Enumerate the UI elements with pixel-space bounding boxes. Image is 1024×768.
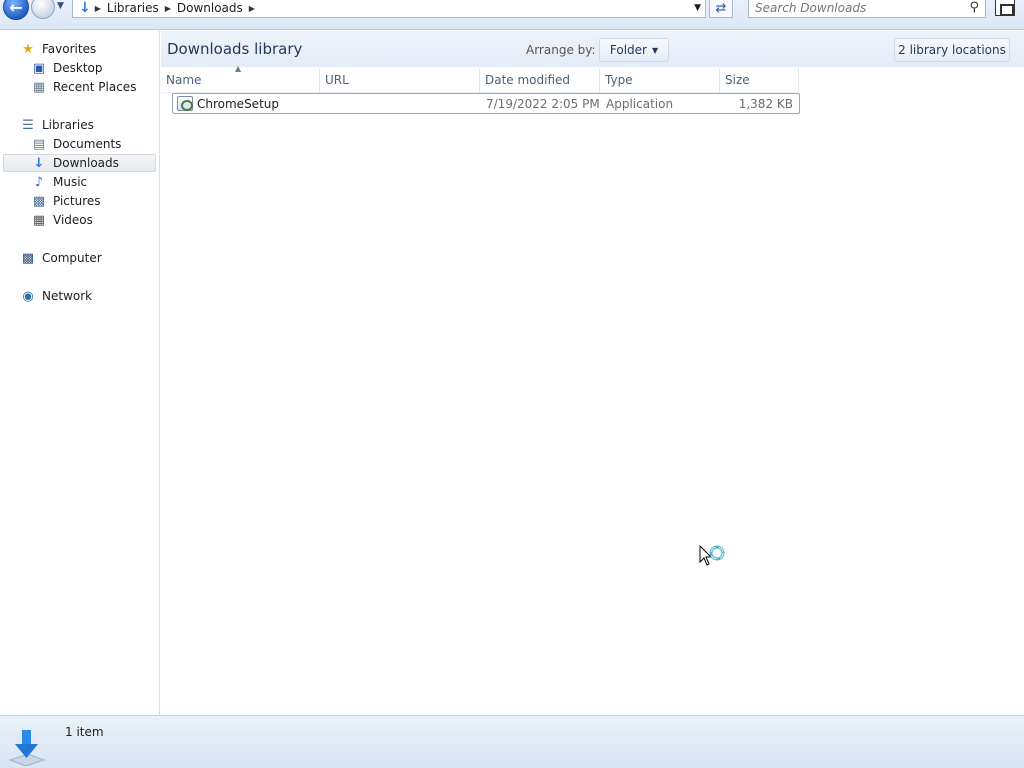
nav-recent-places-label: Recent Places bbox=[53, 80, 137, 94]
address-bar[interactable]: ↓ ▶ Libraries ▶ Downloads ▶ ▼ bbox=[72, 0, 706, 18]
back-button[interactable]: ← bbox=[3, 0, 29, 20]
breadcrumb-separator-icon[interactable]: ▶ bbox=[249, 4, 255, 13]
library-header: Downloads library Arrange by: Folder ▼ 2… bbox=[161, 31, 1024, 67]
address-history-dropdown-icon[interactable]: ▼ bbox=[694, 3, 701, 13]
search-icon[interactable]: ⚲ bbox=[969, 0, 979, 15]
network-icon: ◉ bbox=[22, 288, 34, 304]
recent-pages-dropdown[interactable]: ▼ bbox=[57, 1, 69, 15]
videos-icon: ▦ bbox=[32, 212, 46, 228]
nav-network[interactable]: ◉ Network bbox=[20, 287, 92, 305]
nav-desktop[interactable]: ▣ Desktop bbox=[31, 59, 103, 77]
column-header-size[interactable]: Size bbox=[720, 68, 799, 92]
nav-network-label: Network bbox=[42, 289, 93, 303]
nav-recent-places[interactable]: ▦ Recent Places bbox=[31, 78, 137, 96]
busy-cursor-icon bbox=[699, 545, 725, 566]
documents-icon: ▤ bbox=[32, 136, 46, 152]
recent-places-icon: ▦ bbox=[32, 79, 46, 95]
breadcrumb-separator-icon[interactable]: ▶ bbox=[165, 4, 171, 13]
chevron-down-icon: ▼ bbox=[651, 45, 659, 55]
application-icon bbox=[177, 96, 193, 111]
downloads-icon: ↓ bbox=[33, 155, 45, 171]
nav-libraries-label: Libraries bbox=[42, 118, 94, 132]
arrange-by-dropdown[interactable]: Folder ▼ bbox=[599, 38, 669, 62]
nav-downloads[interactable]: ↓ Downloads bbox=[3, 154, 156, 172]
nav-favorites[interactable]: ★ Favorites bbox=[20, 40, 96, 58]
restore-window-button[interactable] bbox=[995, 0, 1015, 16]
nav-videos-label: Videos bbox=[53, 213, 93, 227]
column-header-date-label: Date modified bbox=[485, 73, 571, 87]
libraries-icon: ☰ bbox=[22, 117, 34, 133]
nav-videos[interactable]: ▦ Videos bbox=[31, 211, 93, 229]
file-type: Application bbox=[606, 97, 674, 111]
refresh-icon: ⇄ bbox=[715, 0, 727, 16]
column-header-size-label: Size bbox=[725, 73, 750, 87]
nav-documents[interactable]: ▤ Documents bbox=[31, 135, 122, 153]
column-header-type-label: Type bbox=[605, 73, 633, 87]
status-bar: 1 item bbox=[0, 715, 1024, 768]
nav-music[interactable]: ♪ Music bbox=[31, 173, 87, 191]
nav-pictures[interactable]: ▩ Pictures bbox=[31, 192, 101, 210]
nav-desktop-label: Desktop bbox=[53, 61, 103, 75]
downloads-library-icon bbox=[8, 730, 46, 766]
file-size: 1,382 KB bbox=[738, 97, 793, 111]
pictures-icon: ▩ bbox=[32, 193, 46, 209]
nav-computer[interactable]: ▩ Computer bbox=[20, 249, 102, 267]
downloads-arrow-icon: ↓ bbox=[79, 0, 91, 16]
refresh-button[interactable]: ⇄ bbox=[709, 0, 733, 18]
computer-icon: ▩ bbox=[21, 250, 35, 266]
file-date-modified: 7/19/2022 2:05 PM bbox=[486, 97, 600, 111]
nav-libraries[interactable]: ☰ Libraries bbox=[20, 116, 94, 134]
column-header-date-modified[interactable]: Date modified bbox=[480, 68, 600, 92]
file-row[interactable]: ChromeSetup 7/19/2022 2:05 PM Applicatio… bbox=[172, 93, 800, 114]
arrange-by-label: Arrange by: bbox=[526, 43, 596, 57]
nav-downloads-label: Downloads bbox=[53, 156, 119, 170]
column-header-url-label: URL bbox=[325, 73, 349, 87]
column-header-url[interactable]: URL bbox=[320, 68, 480, 92]
desktop-icon: ▣ bbox=[32, 60, 46, 76]
sort-ascending-icon: ▲ bbox=[235, 64, 242, 73]
forward-button[interactable] bbox=[31, 0, 55, 19]
music-icon: ♪ bbox=[34, 174, 44, 190]
nav-computer-label: Computer bbox=[42, 251, 102, 265]
arrange-by-value: Folder bbox=[609, 43, 647, 57]
nav-pictures-label: Pictures bbox=[53, 194, 101, 208]
search-input[interactable] bbox=[749, 0, 959, 17]
breadcrumb-downloads[interactable]: Downloads bbox=[177, 1, 243, 15]
nav-documents-label: Documents bbox=[53, 137, 122, 151]
nav-music-label: Music bbox=[53, 175, 88, 189]
search-box[interactable]: ⚲ bbox=[748, 0, 986, 18]
breadcrumb-separator-icon[interactable]: ▶ bbox=[95, 4, 101, 13]
column-header-type[interactable]: Type bbox=[600, 68, 720, 92]
status-item-count: 1 item bbox=[65, 725, 104, 739]
column-header-name-label: Name bbox=[166, 73, 202, 87]
library-title: Downloads library bbox=[167, 40, 303, 58]
breadcrumb-libraries[interactable]: Libraries bbox=[107, 1, 159, 15]
library-locations-button[interactable]: 2 library locations bbox=[894, 38, 1010, 62]
star-icon: ★ bbox=[22, 41, 34, 57]
nav-favorites-label: Favorites bbox=[42, 42, 97, 56]
address-toolbar: ← ▼ ↓ ▶ Libraries ▶ Downloads ▶ ▼ ⇄ ⚲ bbox=[0, 0, 1024, 30]
column-header-name[interactable]: ▲ Name bbox=[161, 64, 320, 92]
navigation-pane: ★ Favorites ▣ Desktop ▦ Recent Places ☰ … bbox=[0, 31, 160, 715]
file-name: ChromeSetup bbox=[197, 97, 279, 111]
